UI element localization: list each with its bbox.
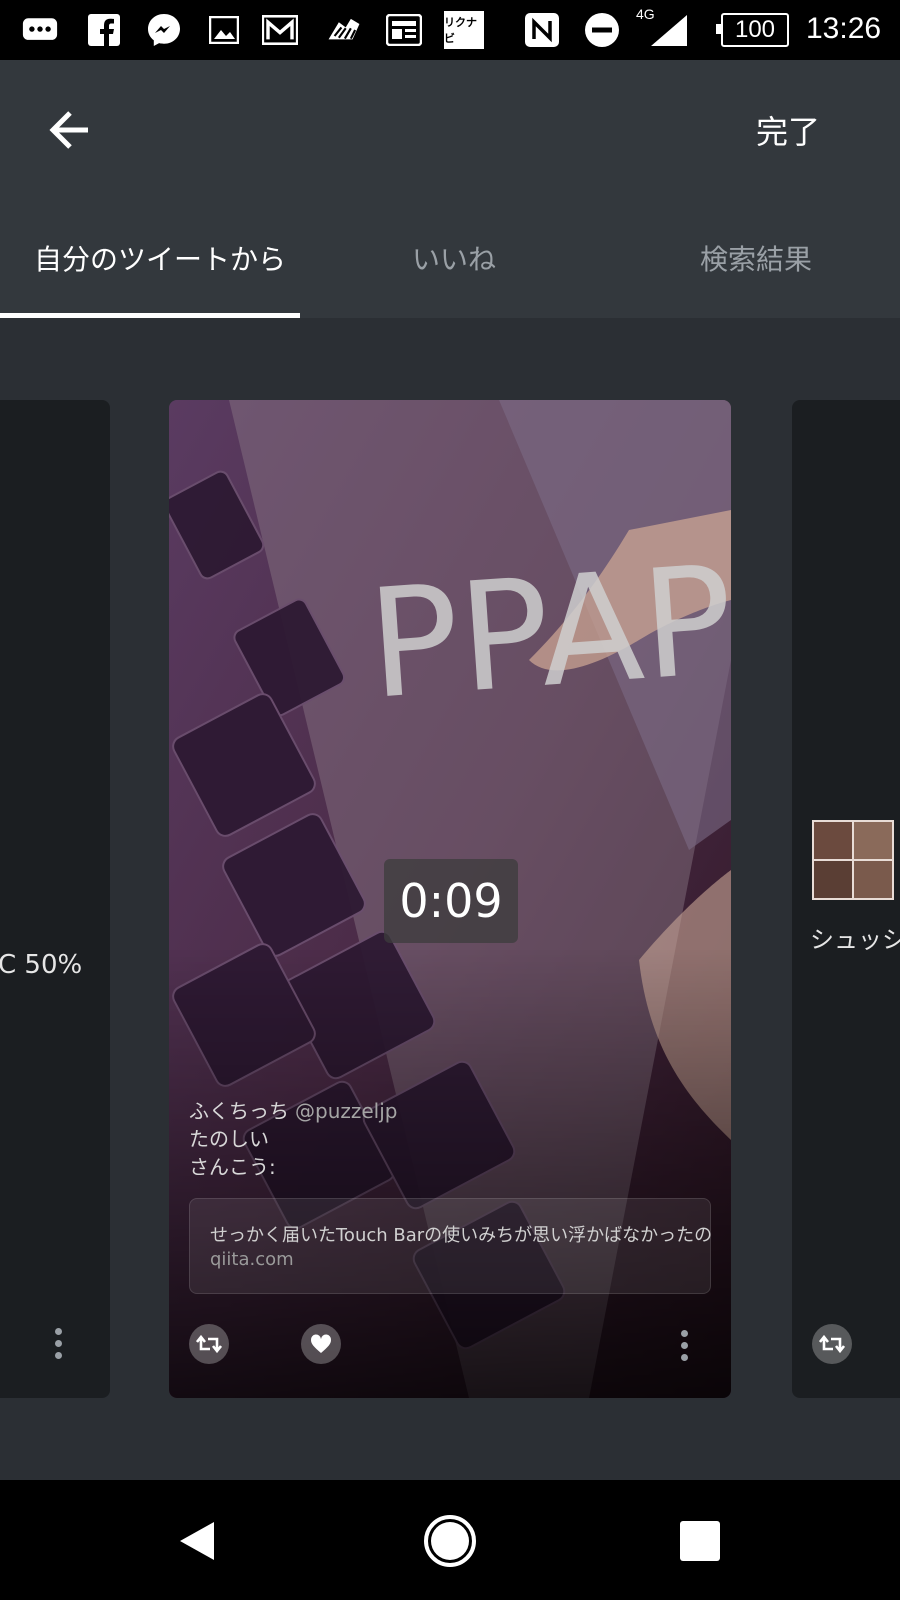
back-button[interactable] [40, 100, 100, 160]
messenger-icon [146, 12, 182, 48]
author-handle: @puzzeljp [295, 1099, 398, 1123]
nav-recents-button[interactable] [679, 1520, 721, 1566]
zebra-app-icon [326, 12, 362, 48]
video-duration: 0:09 [384, 859, 518, 943]
tab-indicator [0, 313, 300, 318]
clock: 13:26 [806, 12, 882, 45]
moment-card-right[interactable]: シュッシャ [792, 400, 900, 1398]
link-domain: qiita.com [210, 1249, 294, 1270]
rikunabi-icon: リクナビ [444, 11, 484, 49]
tweet-author: ふくちっち @puzzeljp たのしい さんこう: [189, 1097, 397, 1181]
heart-icon [310, 1334, 332, 1353]
card-main-more-icon[interactable] [681, 1330, 691, 1361]
gallery-icon [206, 12, 242, 48]
tab-likes[interactable]: いいね [412, 238, 496, 278]
moment-card-left[interactable]: C 50% [0, 400, 110, 1398]
retweet-icon [196, 1334, 222, 1354]
nav-home-button[interactable] [422, 1513, 478, 1573]
app-bar [0, 60, 900, 318]
back-arrow-icon [49, 111, 88, 149]
card-right-retweet-button[interactable] [812, 1324, 852, 1364]
done-button[interactable]: 完了 [756, 107, 820, 153]
retweet-icon [819, 1334, 845, 1354]
tab-search-results[interactable]: 検索結果 [700, 238, 812, 278]
card-right-text: シュッシャ [810, 926, 900, 954]
moment-card-main[interactable]: PPAP 0:09 ふくちっち@puzzeljp たのしい さんこう: せっかく… [169, 400, 731, 1398]
tab-my-tweets[interactable]: 自分のツイートから [34, 238, 286, 278]
like-button[interactable] [301, 1324, 341, 1364]
gmail-icon [262, 12, 298, 48]
nav-home-icon [424, 1515, 476, 1567]
thumbnail-collage-image [812, 820, 894, 900]
battery-level: 100 [734, 16, 776, 43]
author-name: ふくちっち [189, 1099, 289, 1123]
status-bar: リクナビ 4G 100 13:26 [0, 0, 900, 60]
nav-back-button[interactable] [176, 1520, 218, 1566]
link-preview-card[interactable]: せっかく届いたTouch Barの使いみちが思い浮かばなかったの qiita.c… [189, 1198, 713, 1294]
tweet-text-line2: さんこう: [189, 1155, 276, 1179]
retweet-button[interactable] [189, 1324, 229, 1364]
navigation-bar [0, 1480, 900, 1600]
link-title: せっかく届いたTouch Barの使いみちが思い浮かばなかったの [210, 1225, 713, 1246]
news-icon [386, 12, 422, 48]
nfc-icon [524, 12, 560, 48]
battery-icon: 100 [716, 12, 790, 48]
tweet-text-line1: たのしい [189, 1127, 269, 1151]
nav-recents-icon [680, 1521, 720, 1561]
chat-bubble-icon [22, 12, 58, 48]
facebook-icon [86, 12, 122, 48]
dnd-icon [584, 12, 620, 48]
nav-back-icon [180, 1522, 214, 1560]
card-left-more-icon[interactable] [55, 1328, 65, 1359]
card-left-text: C 50% [0, 950, 83, 980]
signal-icon [648, 12, 690, 48]
